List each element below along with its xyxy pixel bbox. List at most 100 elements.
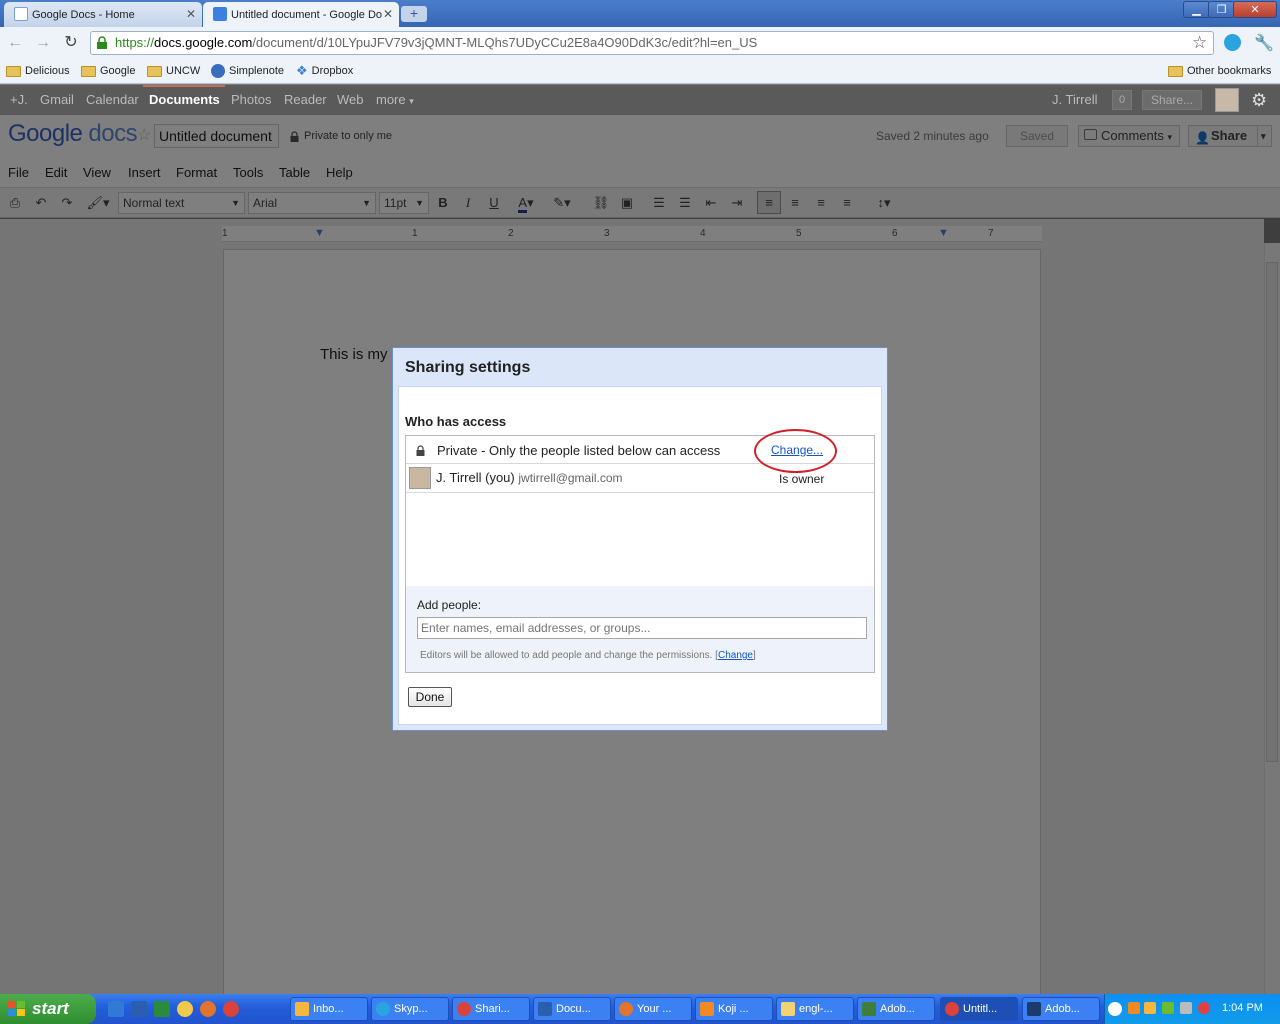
dreamweaver-icon: [862, 1002, 876, 1016]
editors-change-link[interactable]: Change: [718, 650, 753, 661]
bookmark-label: Dropbox: [311, 65, 354, 77]
back-icon[interactable]: ←: [6, 34, 24, 52]
add-people-input[interactable]: [417, 617, 867, 639]
url-scheme: https://: [115, 35, 155, 50]
ie-icon[interactable]: [108, 1001, 124, 1017]
taskbar-item-label: Docu...: [556, 1003, 591, 1015]
gbar-more[interactable]: more ▾: [376, 85, 414, 115]
lock-icon: [416, 445, 425, 456]
tab-label: Google Docs - Home: [32, 8, 135, 21]
bookmark-dropbox[interactable]: ❖ Dropbox: [296, 62, 353, 80]
docs-favicon-icon: [14, 7, 28, 21]
vlc-tray-icon[interactable]: [1128, 1002, 1140, 1014]
wrench-icon[interactable]: 🔧: [1254, 33, 1274, 53]
user-role: Is owner: [779, 472, 825, 486]
taskbar-item[interactable]: Koji ...: [695, 997, 773, 1021]
forward-icon[interactable]: →: [34, 34, 52, 52]
url-host: docs.google.com: [154, 35, 253, 50]
folder-icon: [147, 65, 162, 77]
gbar-web[interactable]: Web: [337, 85, 364, 115]
taskbar-item[interactable]: Inbo...: [290, 997, 368, 1021]
chrome-icon: [457, 1002, 471, 1016]
other-bookmarks[interactable]: Other bookmarks: [1168, 62, 1271, 80]
tab-google-docs-home[interactable]: Google Docs - Home ✕: [4, 2, 202, 27]
firefox-icon: [619, 1002, 633, 1016]
bookmark-label: Delicious: [25, 65, 70, 77]
clock: 1:04 PM: [1222, 1002, 1263, 1014]
taskbar-item[interactable]: Adob...: [857, 997, 935, 1021]
dropbox-icon: ❖: [296, 63, 308, 78]
tab-close-icon[interactable]: ✕: [186, 7, 196, 21]
url-path: /document/d/10LYpuJFV79v3jQMNT-MLQhs7UDy…: [252, 35, 758, 50]
taskbar-item-label: Adob...: [1045, 1003, 1080, 1015]
taskbar-item-active[interactable]: Untitl...: [940, 997, 1018, 1021]
tray-expand-icon[interactable]: [1108, 1002, 1122, 1016]
vlc-icon: [700, 1002, 714, 1016]
window-maximize-button[interactable]: ❐: [1208, 1, 1235, 18]
bookmark-label: Other bookmarks: [1187, 65, 1272, 77]
start-label: start: [32, 999, 69, 1018]
gbar-documents[interactable]: Documents: [149, 85, 220, 115]
display-tray-icon[interactable]: [1180, 1002, 1192, 1014]
excel-icon[interactable]: [154, 1001, 170, 1017]
taskbar-item-label: Adob...: [880, 1003, 915, 1015]
app-tray-icon[interactable]: [1198, 1002, 1210, 1014]
bookmark-label: Google: [100, 65, 136, 77]
new-tab-button[interactable]: +: [401, 6, 427, 22]
gear-icon[interactable]: ⚙: [1251, 90, 1271, 110]
editors-permission-note: Editors will be allowed to add people an…: [420, 650, 756, 661]
gbar-reader[interactable]: Reader: [284, 85, 327, 115]
taskbar-item[interactable]: Docu...: [533, 997, 611, 1021]
reload-icon[interactable]: ↻: [62, 34, 80, 52]
messenger-icon[interactable]: [177, 1001, 193, 1017]
taskbar-item[interactable]: Adob...: [1022, 997, 1100, 1021]
editors-note-text: Editors will be allowed to add people an…: [420, 650, 713, 661]
bookmark-google[interactable]: Google: [81, 62, 135, 80]
window-close-button[interactable]: ✕: [1233, 1, 1277, 18]
tab-label: Untitled document - Google Do: [231, 8, 383, 21]
user-name: J. Tirrell (you): [436, 470, 515, 485]
skype-extension-icon[interactable]: [1224, 34, 1241, 51]
taskbar-item[interactable]: Skyp...: [371, 997, 449, 1021]
word-icon[interactable]: [131, 1001, 147, 1017]
taskbar-item-label: Inbo...: [313, 1003, 344, 1015]
chrome-icon: [945, 1002, 959, 1016]
user-email: jwtirrell@gmail.com: [518, 471, 623, 485]
dialog-title: Sharing settings: [405, 359, 531, 376]
tab-untitled-document[interactable]: Untitled document - Google Do ✕: [203, 2, 399, 27]
gbar-plus-j[interactable]: +J.: [10, 85, 28, 115]
simplenote-icon: [211, 64, 225, 78]
firefox-icon[interactable]: [200, 1001, 216, 1017]
bookmark-delicious[interactable]: Delicious: [6, 62, 70, 80]
network-tray-icon[interactable]: [1162, 1002, 1174, 1014]
tab-close-icon[interactable]: ✕: [383, 7, 393, 21]
window-minimize-button[interactable]: ▁: [1183, 1, 1210, 18]
bookmark-label: UNCW: [166, 65, 201, 77]
gbar-share-button[interactable]: Share...: [1142, 90, 1202, 110]
gbar-user-name[interactable]: J. Tirrell: [1052, 85, 1098, 115]
taskbar-item[interactable]: Shari...: [452, 997, 530, 1021]
gbar-calendar[interactable]: Calendar: [86, 85, 139, 115]
bookmark-simplenote[interactable]: Simplenote: [211, 62, 284, 80]
folder-icon: [81, 65, 96, 77]
notification-count[interactable]: 0: [1112, 90, 1132, 110]
mail-tray-icon[interactable]: [1144, 1002, 1156, 1014]
folder-icon: [781, 1002, 795, 1016]
chevron-down-icon: ▾: [409, 96, 414, 106]
taskbar-item-label: Skyp...: [394, 1003, 428, 1015]
taskbar-item[interactable]: Your ...: [614, 997, 692, 1021]
bookmark-uncw[interactable]: UNCW: [147, 62, 200, 80]
bookmark-star-icon[interactable]: ☆: [1192, 33, 1207, 53]
taskbar-item-label: Shari...: [475, 1003, 510, 1015]
taskbar-item[interactable]: engl-...: [776, 997, 854, 1021]
url-input[interactable]: https://docs.google.com/document/d/10LYp…: [90, 31, 1214, 55]
gbar-photos[interactable]: Photos: [231, 85, 271, 115]
mail-icon: [295, 1002, 309, 1016]
add-people-label: Add people:: [417, 598, 482, 612]
chrome-icon[interactable]: [223, 1001, 239, 1017]
ssl-lock-icon[interactable]: [96, 36, 108, 49]
docs-favicon-icon: [213, 7, 227, 21]
avatar[interactable]: [1215, 88, 1239, 112]
gbar-gmail[interactable]: Gmail: [40, 85, 74, 115]
done-button[interactable]: Done: [408, 687, 452, 707]
